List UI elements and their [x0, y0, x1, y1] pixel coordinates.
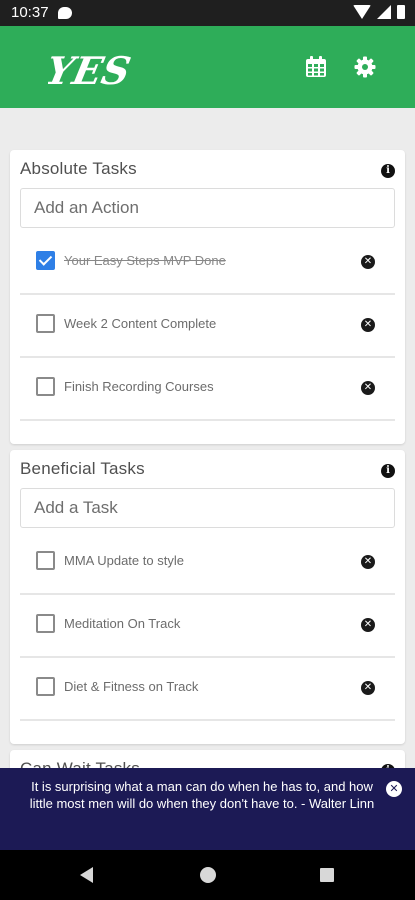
status-time: 10:37	[11, 4, 49, 21]
app-bar: YES	[0, 26, 415, 108]
close-icon[interactable]: ✕	[386, 781, 402, 797]
wifi-icon	[353, 5, 371, 19]
add-action-input[interactable]	[20, 188, 395, 228]
beneficial-tasks-title: Beneficial Tasks	[20, 459, 145, 478]
message-notification-icon	[58, 7, 72, 19]
task-checkbox[interactable]	[36, 551, 55, 570]
home-icon[interactable]	[200, 867, 216, 883]
task-checkbox[interactable]	[36, 614, 55, 633]
task-label: Finish Recording Courses	[64, 379, 214, 394]
delete-task-icon[interactable]: ✕	[361, 255, 375, 269]
task-checkbox[interactable]	[36, 377, 55, 396]
task-row: Meditation On Track ✕	[20, 595, 395, 658]
task-checkbox[interactable]	[36, 677, 55, 696]
info-icon[interactable]: i	[381, 164, 395, 178]
can-wait-tasks-title: Can Wait Tasks	[20, 759, 140, 768]
task-label: Meditation On Track	[64, 616, 181, 631]
calendar-icon[interactable]	[304, 55, 328, 79]
delete-task-icon[interactable]: ✕	[361, 318, 375, 332]
absolute-tasks-card: Absolute Tasks i Your Easy Steps MVP Don…	[10, 150, 405, 444]
system-navigation-bar	[0, 850, 415, 900]
task-label: Week 2 Content Complete	[64, 316, 217, 331]
delete-task-icon[interactable]: ✕	[361, 618, 375, 632]
task-label: Diet & Fitness on Track	[64, 679, 199, 694]
info-icon[interactable]: i	[381, 464, 395, 478]
task-row: MMA Update to style ✕	[20, 532, 395, 595]
task-row: Week 2 Content Complete ✕	[20, 295, 395, 358]
battery-icon	[397, 5, 405, 19]
beneficial-tasks-card: Beneficial Tasks i MMA Update to style ✕…	[10, 450, 405, 744]
add-task-input[interactable]	[20, 488, 395, 528]
signal-icon	[377, 5, 391, 19]
svg-text:YES: YES	[48, 49, 134, 94]
quote-banner: It is surprising what a man can do when …	[0, 768, 415, 850]
task-row: Your Easy Steps MVP Done ✕	[20, 232, 395, 295]
delete-task-icon[interactable]: ✕	[361, 555, 375, 569]
delete-task-icon[interactable]: ✕	[361, 381, 375, 395]
task-checkbox-checked[interactable]	[36, 251, 55, 270]
gear-icon[interactable]	[353, 55, 377, 79]
back-icon[interactable]	[80, 867, 93, 883]
task-list-scroll[interactable]: Absolute Tasks i Your Easy Steps MVP Don…	[0, 108, 415, 768]
task-checkbox[interactable]	[36, 314, 55, 333]
quote-text: It is surprising what a man can do when …	[29, 779, 375, 811]
app-logo: YES	[48, 49, 134, 94]
status-icons	[353, 5, 405, 19]
recent-apps-icon[interactable]	[320, 868, 334, 882]
can-wait-tasks-card: Can Wait Tasks i	[10, 750, 405, 768]
delete-task-icon[interactable]: ✕	[361, 681, 375, 695]
task-row: Diet & Fitness on Track ✕	[20, 658, 395, 721]
status-bar: 10:37	[0, 0, 415, 26]
task-label: MMA Update to style	[64, 553, 184, 568]
absolute-tasks-title: Absolute Tasks	[20, 159, 137, 178]
task-row: Finish Recording Courses ✕	[20, 358, 395, 421]
task-label: Your Easy Steps MVP Done	[64, 253, 226, 268]
